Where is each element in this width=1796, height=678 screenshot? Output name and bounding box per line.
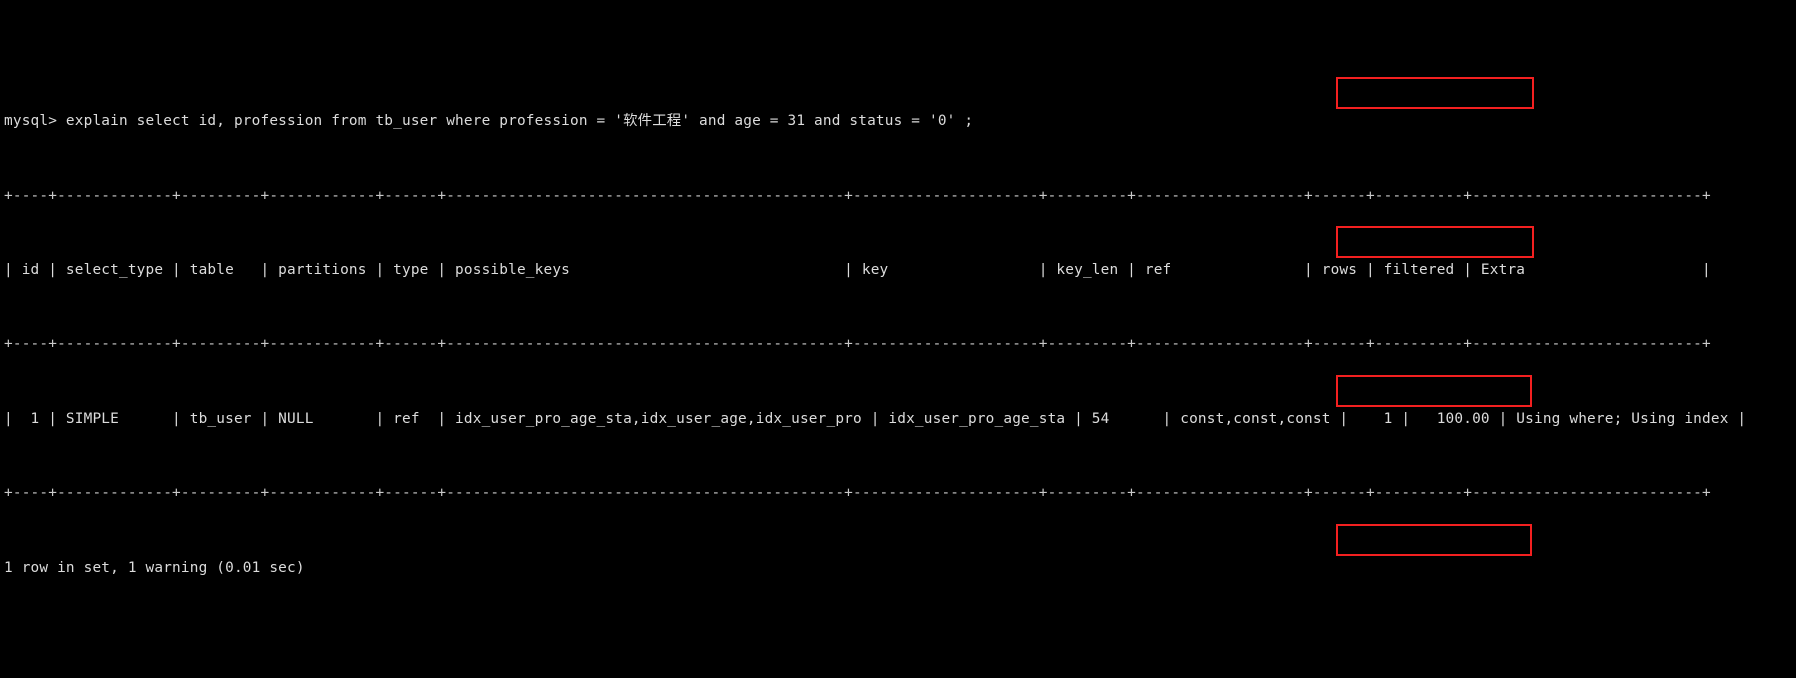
table-data-row-1: | 1 | SIMPLE | tb_user | NULL | ref | id…	[4, 410, 1747, 427]
table-border-mid-1: +----+-------------+---------+----------…	[4, 336, 1711, 353]
table-border-top-1: +----+-------------+---------+----------…	[4, 187, 1711, 204]
status-line-1: 1 row in set, 1 warning (0.01 sec)	[4, 559, 305, 576]
terminal-window[interactable]: mysql> explain select id, profession fro…	[0, 0, 1796, 678]
extra-highlight-4	[1336, 524, 1532, 556]
extra-highlight-3	[1336, 375, 1532, 407]
query-line-1: mysql> explain select id, profession fro…	[4, 113, 974, 130]
extra-highlight-1	[1336, 77, 1534, 109]
table-header-row-1: | id | select_type | table | partitions …	[4, 261, 1711, 278]
extra-highlight-2	[1336, 226, 1534, 258]
table-border-bottom-1: +----+-------------+---------+----------…	[4, 485, 1711, 502]
